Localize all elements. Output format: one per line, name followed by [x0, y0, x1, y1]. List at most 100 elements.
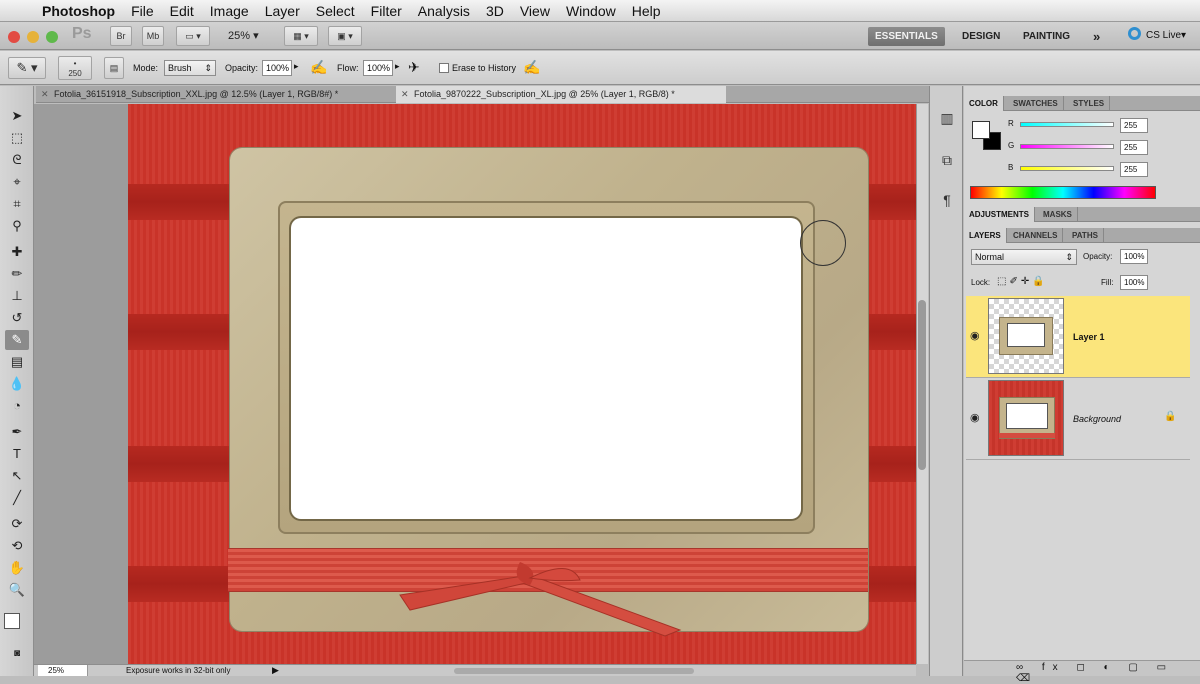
- brush-panel-toggle[interactable]: ▤: [104, 57, 124, 79]
- line-tool-icon[interactable]: ╱: [5, 488, 29, 508]
- brush-presets-panel-icon[interactable]: ▥: [935, 106, 959, 130]
- zoom-tool-icon[interactable]: 🔍: [5, 580, 29, 600]
- pressure-opacity-icon[interactable]: ✍: [310, 59, 327, 76]
- clone-source-panel-icon[interactable]: ⧉: [935, 148, 959, 172]
- hand-tool-icon[interactable]: ✋: [5, 558, 29, 578]
- foreground-color-swatch[interactable]: [972, 121, 990, 139]
- tab-adjustments[interactable]: ADJUSTMENTS: [964, 207, 1036, 222]
- brush-preset-picker[interactable]: • 250: [58, 56, 92, 80]
- status-menu-arrow[interactable]: ▶: [272, 665, 279, 676]
- zoom-level-dropdown[interactable]: 25% ▾: [228, 29, 259, 42]
- view-extras-button[interactable]: ▭ ▾: [176, 26, 210, 46]
- foreground-color-swatch[interactable]: [4, 613, 20, 629]
- tab-styles[interactable]: STYLES: [1068, 96, 1111, 111]
- tab-channels[interactable]: CHANNELS: [1008, 228, 1064, 243]
- blue-value[interactable]: 255: [1120, 162, 1148, 177]
- pressure-size-icon[interactable]: ✍: [523, 59, 540, 76]
- close-tab-icon[interactable]: ✕: [401, 86, 409, 103]
- healing-brush-tool-icon[interactable]: ✚: [5, 242, 29, 262]
- gradient-tool-icon[interactable]: ▤: [5, 352, 29, 372]
- status-zoom[interactable]: 25%: [38, 665, 88, 676]
- scrollbar-thumb[interactable]: [918, 300, 926, 470]
- red-slider[interactable]: [1020, 122, 1114, 127]
- menu-3d[interactable]: 3D: [478, 0, 512, 22]
- flow-field[interactable]: 100%: [363, 60, 393, 76]
- menu-file[interactable]: File: [123, 0, 162, 22]
- red-value[interactable]: 255: [1120, 118, 1148, 133]
- cslive-menu[interactable]: CS Live▾: [1146, 30, 1186, 41]
- menu-help[interactable]: Help: [624, 0, 669, 22]
- more-workspaces-button[interactable]: »: [1086, 27, 1107, 46]
- flow-stepper[interactable]: ▸: [395, 61, 400, 72]
- horizontal-scrollbar-thumb[interactable]: [454, 668, 694, 674]
- minimize-window-button[interactable]: [27, 31, 39, 43]
- eraser-tool-icon[interactable]: ✎: [5, 330, 29, 350]
- mode-dropdown[interactable]: Brush ⇕: [164, 60, 216, 76]
- 3d-rotate-tool-icon[interactable]: ⟳: [5, 514, 29, 534]
- lock-label: Lock:: [971, 278, 991, 287]
- lasso-tool-icon[interactable]: ᘓ: [5, 150, 29, 170]
- fill-field[interactable]: 100%: [1120, 275, 1148, 290]
- pen-tool-icon[interactable]: ✒: [5, 422, 29, 442]
- close-tab-icon[interactable]: ✕: [41, 86, 49, 103]
- green-slider[interactable]: [1020, 144, 1114, 149]
- blur-tool-icon[interactable]: 💧: [5, 374, 29, 394]
- layers-footer-icons[interactable]: ∞ fx ◻ ◐ ▢ ▭ ⌫: [1016, 662, 1200, 684]
- color-panel-tabs: COLOR SWATCHES STYLES: [964, 96, 1200, 111]
- document-tab-active[interactable]: ✕ Fotolia_9870222_Subscription_XL.jpg @ 2…: [396, 86, 726, 103]
- menu-analysis[interactable]: Analysis: [410, 0, 478, 22]
- workspace-essentials[interactable]: ESSENTIALS: [868, 27, 945, 46]
- opacity-stepper[interactable]: ▸: [294, 61, 299, 72]
- zoom-window-button[interactable]: [46, 31, 58, 43]
- clone-stamp-tool-icon[interactable]: ⊥: [5, 286, 29, 306]
- tab-layers[interactable]: LAYERS: [964, 228, 1007, 243]
- 3d-orbit-tool-icon[interactable]: ⟲: [5, 536, 29, 556]
- erase-history-checkbox[interactable]: [439, 63, 449, 73]
- opacity-field[interactable]: 100%: [262, 60, 292, 76]
- workspace-painting[interactable]: PAINTING: [1016, 27, 1077, 46]
- menu-edit[interactable]: Edit: [162, 0, 202, 22]
- menu-image[interactable]: Image: [202, 0, 257, 22]
- tab-color[interactable]: COLOR: [964, 96, 1004, 111]
- move-tool-icon[interactable]: ➤: [5, 106, 29, 126]
- menu-select[interactable]: Select: [308, 0, 363, 22]
- crop-tool-icon[interactable]: ⌗: [5, 194, 29, 214]
- blend-mode-dropdown[interactable]: Normal ⇕: [971, 249, 1077, 265]
- color-spectrum-bar[interactable]: [970, 186, 1156, 199]
- workspace-design[interactable]: DESIGN: [955, 27, 1007, 46]
- menu-filter[interactable]: Filter: [363, 0, 410, 22]
- layer-opacity-field[interactable]: 100%: [1120, 249, 1148, 264]
- menu-layer[interactable]: Layer: [257, 0, 308, 22]
- history-brush-tool-icon[interactable]: ↺: [5, 308, 29, 328]
- lock-icons[interactable]: ⬚✐✛🔒: [997, 276, 1048, 287]
- tool-preset-picker[interactable]: ✎ ▾: [8, 57, 46, 79]
- type-tool-icon[interactable]: T: [5, 444, 29, 464]
- document-tab[interactable]: ✕ Fotolia_36151918_Subscription_XXL.jpg @…: [36, 86, 390, 103]
- bridge-button[interactable]: Br: [110, 26, 132, 46]
- quick-mask-icon[interactable]: ◙: [5, 644, 29, 664]
- marquee-tool-icon[interactable]: ⬚: [5, 128, 29, 148]
- tab-paths[interactable]: PATHS: [1067, 228, 1104, 243]
- close-window-button[interactable]: [8, 31, 20, 43]
- dodge-tool-icon[interactable]: ◔: [5, 396, 29, 416]
- tab-swatches[interactable]: SWATCHES: [1008, 96, 1064, 111]
- arrange-documents-button[interactable]: ▦ ▾: [284, 26, 318, 46]
- minibridge-button[interactable]: Mb: [142, 26, 164, 46]
- paragraph-panel-icon[interactable]: ¶: [935, 188, 959, 212]
- screen-mode-button[interactable]: ▣ ▾: [328, 26, 362, 46]
- menu-window[interactable]: Window: [558, 0, 624, 22]
- brush-tool-icon[interactable]: ✏: [5, 264, 29, 284]
- document-tab-bar: ✕ Fotolia_36151918_Subscription_XXL.jpg @…: [36, 86, 929, 103]
- menu-photoshop[interactable]: Photoshop: [38, 0, 123, 22]
- green-value[interactable]: 255: [1120, 140, 1148, 155]
- eyedropper-tool-icon[interactable]: ⚲: [5, 216, 29, 236]
- visibility-eye-icon[interactable]: ◉: [970, 329, 980, 342]
- blue-slider[interactable]: [1020, 166, 1114, 171]
- background-thumbnail: [988, 380, 1064, 456]
- menu-view[interactable]: View: [512, 0, 558, 22]
- tab-masks[interactable]: MASKS: [1038, 207, 1078, 222]
- visibility-eye-icon[interactable]: ◉: [970, 411, 980, 424]
- airbrush-icon[interactable]: ✈: [408, 59, 420, 76]
- quick-selection-tool-icon[interactable]: ⌖: [5, 172, 29, 192]
- path-selection-tool-icon[interactable]: ↖: [5, 466, 29, 486]
